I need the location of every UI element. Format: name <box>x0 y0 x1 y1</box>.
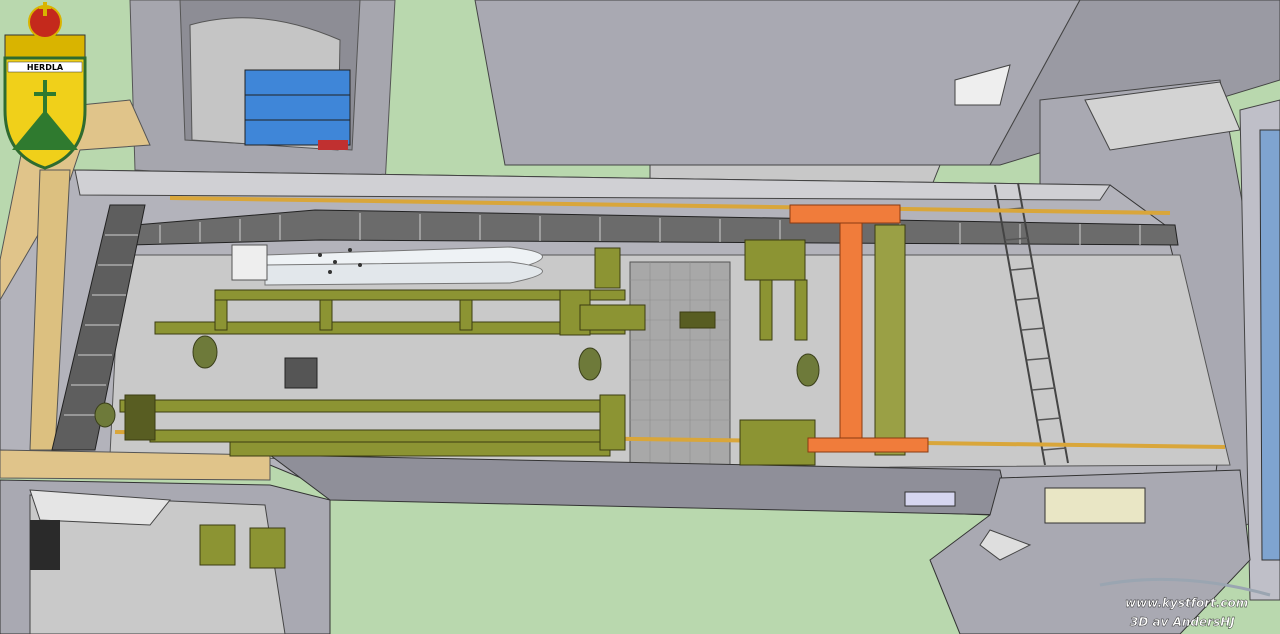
emblem-name: HERDLA <box>27 63 64 72</box>
fortress-3d-scene: HERDLA www.kystfort.com 3D av AndersHJ <box>0 0 1280 634</box>
bottom-left-room <box>0 479 331 634</box>
watermark-credit: 3D av AndersHJ <box>1130 615 1235 629</box>
floor-grating <box>629 261 731 468</box>
storage-room-top <box>129 0 396 186</box>
blue-storage-rack <box>244 69 351 146</box>
floor-hatch <box>284 357 318 389</box>
watermark-site: www.kystfort.com <box>1125 596 1248 610</box>
